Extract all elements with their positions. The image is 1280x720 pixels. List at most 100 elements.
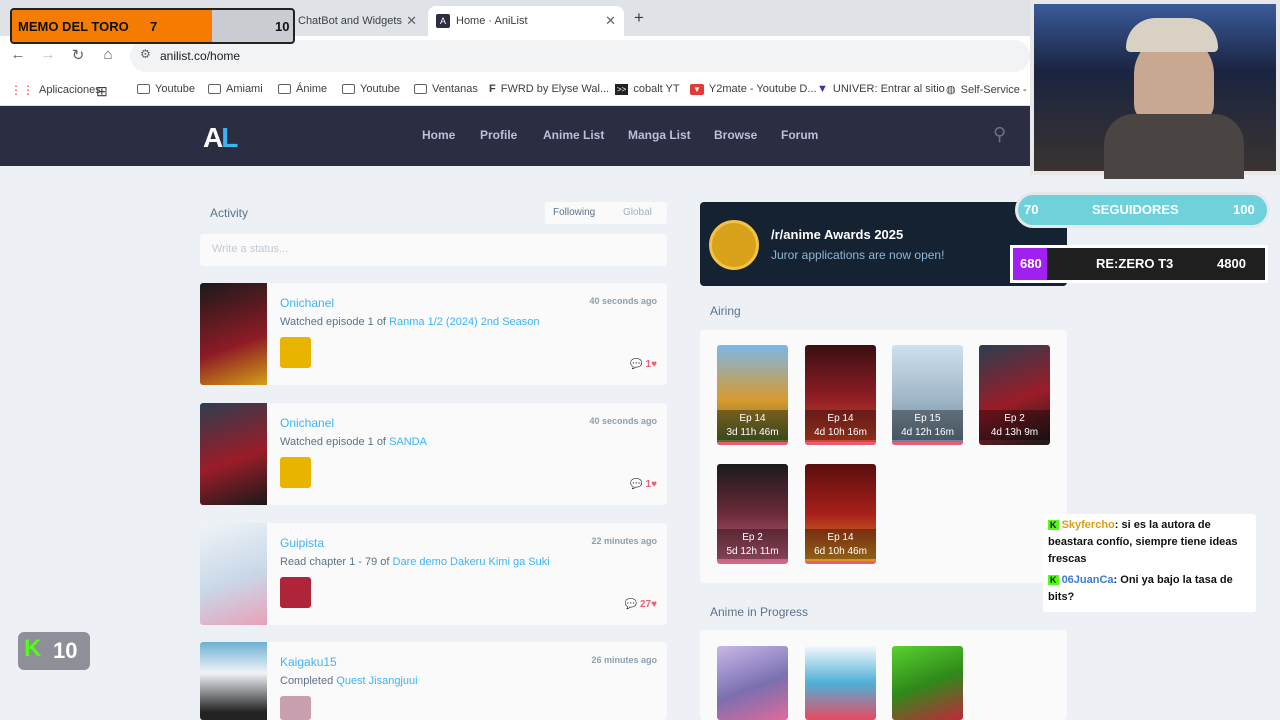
progress-bar bbox=[805, 442, 876, 445]
nav-anime-list[interactable]: Anime List bbox=[543, 128, 604, 142]
activity-user[interactable]: Guipista bbox=[280, 536, 324, 550]
activity-media-link[interactable]: Ranma 1/2 (2024) 2nd Season bbox=[389, 316, 539, 328]
activity-media-link[interactable]: Quest Jisangjuui bbox=[336, 675, 417, 687]
bookmark-folder[interactable]: Youtube bbox=[342, 83, 400, 95]
bookmark-folder[interactable]: Ánime bbox=[278, 83, 327, 95]
likes[interactable]: 💬 1♥ bbox=[630, 479, 657, 490]
like-count: 27 bbox=[639, 599, 652, 610]
airing-info: Ep 2 5d 12h 11m bbox=[717, 529, 788, 559]
tab-groups-icon[interactable]: ⊞ bbox=[96, 83, 108, 100]
nav-profile[interactable]: Profile bbox=[480, 128, 517, 142]
status-input[interactable]: Write a status... bbox=[200, 234, 667, 266]
url-input[interactable]: ⚙ anilist.co/home bbox=[130, 40, 1030, 72]
media-cover[interactable] bbox=[200, 403, 267, 505]
site-info-icon[interactable]: ⚙ bbox=[140, 47, 151, 61]
tab-chatbot[interactable]: ChatBot and Widgets ✕ bbox=[290, 6, 425, 36]
webcam-feed bbox=[1030, 0, 1280, 179]
progress-bar bbox=[805, 561, 876, 564]
airing-panel: Ep 14 3d 11h 46m Ep 14 4d 10h 16m Ep 15 4d … bbox=[700, 330, 1067, 583]
new-tab-button[interactable]: + bbox=[634, 8, 644, 28]
in-progress-cover[interactable] bbox=[892, 646, 963, 720]
progress-bar bbox=[892, 442, 963, 445]
bookmark-folder[interactable]: Youtube bbox=[137, 83, 195, 95]
activity-item: Guipista 22 minutes ago Read chapter 1 -… bbox=[200, 523, 667, 625]
avatar[interactable] bbox=[280, 457, 311, 488]
chat-user: 06JuanCa bbox=[1061, 574, 1114, 586]
bookmark-apps[interactable]: ⋮⋮ Aplicaciones bbox=[10, 83, 101, 97]
search-icon[interactable]: ⚲ bbox=[993, 124, 1006, 145]
heart-icon[interactable]: ♥ bbox=[651, 599, 657, 610]
in-progress-cover[interactable] bbox=[805, 646, 876, 720]
folder-icon bbox=[278, 84, 291, 94]
close-tab-icon[interactable]: ✕ bbox=[605, 13, 616, 29]
activity-text: Completed Quest Jisangjuui bbox=[280, 675, 418, 687]
reload-icon[interactable]: ↻ bbox=[68, 46, 88, 64]
airing-countdown: 5d 12h 11m bbox=[726, 546, 779, 557]
home-icon[interactable]: ⌂ bbox=[98, 46, 118, 63]
followers-goal: 70 SEGUIDORES 100 bbox=[1015, 192, 1270, 228]
nav-forum[interactable]: Forum bbox=[781, 128, 818, 142]
likes[interactable]: 💬 1♥ bbox=[630, 359, 657, 370]
univer-icon: ▼ bbox=[817, 83, 828, 95]
back-icon[interactable]: ← bbox=[8, 46, 28, 63]
bookmark-univer[interactable]: ▼ UNIVER: Entrar al sitio bbox=[817, 83, 945, 95]
activity-title: Activity bbox=[210, 206, 249, 220]
bookmark-label: Ánime bbox=[296, 83, 328, 95]
bookmark-fwrd[interactable]: F FWRD by Elyse Wal... bbox=[489, 83, 609, 95]
airing-card[interactable]: Ep 2 4d 13h 9m bbox=[979, 345, 1050, 445]
avatar[interactable] bbox=[280, 337, 311, 368]
activity-media-link[interactable]: Dare demo Dakeru Kimi ga Suki bbox=[393, 556, 550, 568]
activity-action: Watched episode 1 of bbox=[280, 436, 386, 448]
activity-user[interactable]: Onichanel bbox=[280, 296, 334, 310]
close-tab-icon[interactable]: ✕ bbox=[406, 13, 417, 29]
filter-following[interactable]: Following bbox=[553, 207, 595, 218]
likes[interactable]: 💬 27♥ bbox=[625, 599, 657, 610]
in-progress-cover[interactable] bbox=[717, 646, 788, 720]
activity-user[interactable]: Kaigaku15 bbox=[280, 655, 337, 669]
anilist-logo[interactable]: AL bbox=[203, 122, 238, 154]
banner-subtitle: Juror applications are now open! bbox=[771, 248, 945, 262]
forward-icon[interactable]: → bbox=[38, 46, 58, 63]
nav-manga-list[interactable]: Manga List bbox=[628, 128, 691, 142]
bookmark-cobalt[interactable]: >> cobalt YT bbox=[615, 83, 680, 95]
avatar[interactable] bbox=[280, 696, 311, 720]
tab-label: Home · AniList bbox=[456, 15, 528, 27]
heart-icon[interactable]: ♥ bbox=[651, 479, 657, 490]
media-cover[interactable] bbox=[200, 523, 267, 625]
streamer-body bbox=[1104, 114, 1244, 179]
airing-card[interactable]: Ep 14 6d 10h 46m bbox=[805, 464, 876, 564]
nav-home[interactable]: Home bbox=[422, 128, 455, 142]
airing-card[interactable]: Ep 14 4d 10h 16m bbox=[805, 345, 876, 445]
filter-global[interactable]: Global bbox=[623, 207, 652, 218]
followers-label: SEGUIDORES bbox=[1092, 202, 1179, 217]
media-cover[interactable] bbox=[200, 642, 267, 720]
airing-info: Ep 14 3d 11h 46m bbox=[717, 410, 788, 440]
activity-text: Read chapter 1 - 79 of Dare demo Dakeru … bbox=[280, 556, 550, 568]
chat-overlay: K Skyfercho: si es la autora de beastara… bbox=[1043, 514, 1256, 612]
tab-anilist[interactable]: A Home · AniList ✕ bbox=[428, 6, 624, 36]
airing-card[interactable]: Ep 15 4d 12h 16m bbox=[892, 345, 963, 445]
activity-action: Completed bbox=[280, 675, 334, 687]
progress-bar bbox=[717, 442, 788, 445]
activity-time: 22 minutes ago bbox=[591, 536, 657, 546]
bookmark-self-service[interactable]: ◍ Self-Service - bbox=[946, 83, 1027, 97]
activity-media-link[interactable]: SANDA bbox=[389, 436, 427, 448]
bookmark-folder[interactable]: Ventanas bbox=[414, 83, 478, 95]
rezero-goal-value: 4800 bbox=[1217, 256, 1246, 271]
reply-icon[interactable]: 💬 bbox=[630, 359, 642, 370]
bookmark-folder[interactable]: Amiami bbox=[208, 83, 263, 95]
activity-time: 40 seconds ago bbox=[589, 296, 657, 306]
airing-card[interactable]: Ep 2 5d 12h 11m bbox=[717, 464, 788, 564]
media-cover[interactable] bbox=[200, 283, 267, 385]
chat-message: K 06JuanCa: Oni ya bajo la tasa de bits? bbox=[1048, 572, 1251, 606]
reply-icon[interactable]: 💬 bbox=[625, 599, 637, 610]
airing-card[interactable]: Ep 14 3d 11h 46m bbox=[717, 345, 788, 445]
bookmark-y2mate[interactable]: ▼ Y2mate - Youtube D... bbox=[690, 83, 817, 95]
kick-icon: K bbox=[1048, 520, 1059, 530]
nav-browse[interactable]: Browse bbox=[714, 128, 757, 142]
heart-icon[interactable]: ♥ bbox=[651, 359, 657, 370]
reply-icon[interactable]: 💬 bbox=[630, 479, 642, 490]
avatar[interactable] bbox=[280, 577, 311, 608]
activity-item: Onichanel 40 seconds ago Watched episode… bbox=[200, 403, 667, 505]
activity-user[interactable]: Onichanel bbox=[280, 416, 334, 430]
